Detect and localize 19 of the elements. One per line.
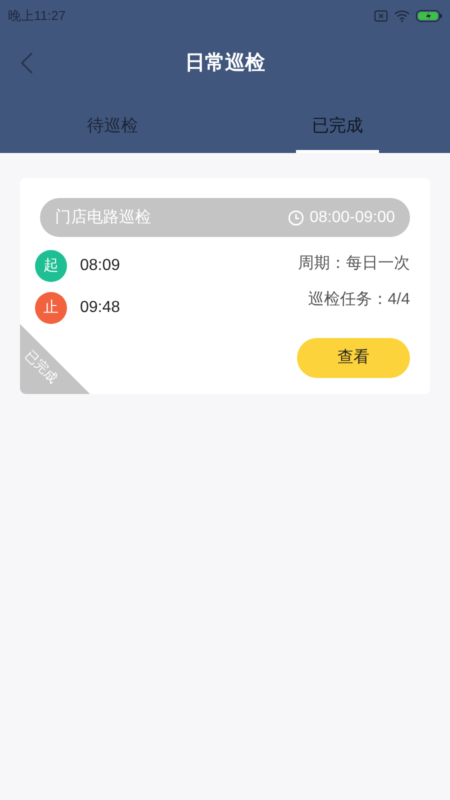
ribbon-label: 已完成 <box>22 346 62 387</box>
task-name: 门店电路巡检 <box>55 208 151 228</box>
event-time: 09:48 <box>80 298 120 318</box>
time-window: 08:00-09:00 <box>310 206 395 230</box>
event-marker: 止 <box>35 292 67 324</box>
tab[interactable]: 已完成 <box>225 94 450 153</box>
progress-text: 巡检任务：4/4 <box>308 290 410 310</box>
event-marker: 起 <box>35 250 67 282</box>
battery-icon <box>416 10 442 22</box>
wifi-icon <box>394 10 410 22</box>
notification-icon <box>374 10 388 22</box>
page-title: 日常巡检 <box>185 51 265 76</box>
clock-icon <box>288 210 304 226</box>
cycle-text: 周期：每日一次 <box>298 254 410 274</box>
tab[interactable]: 待巡检 <box>0 94 225 153</box>
view-button[interactable]: 查看 <box>297 338 410 378</box>
chevron-left-icon <box>21 52 33 74</box>
status-time: 晚上11:27 <box>8 7 66 26</box>
event-time: 08:09 <box>80 256 120 276</box>
